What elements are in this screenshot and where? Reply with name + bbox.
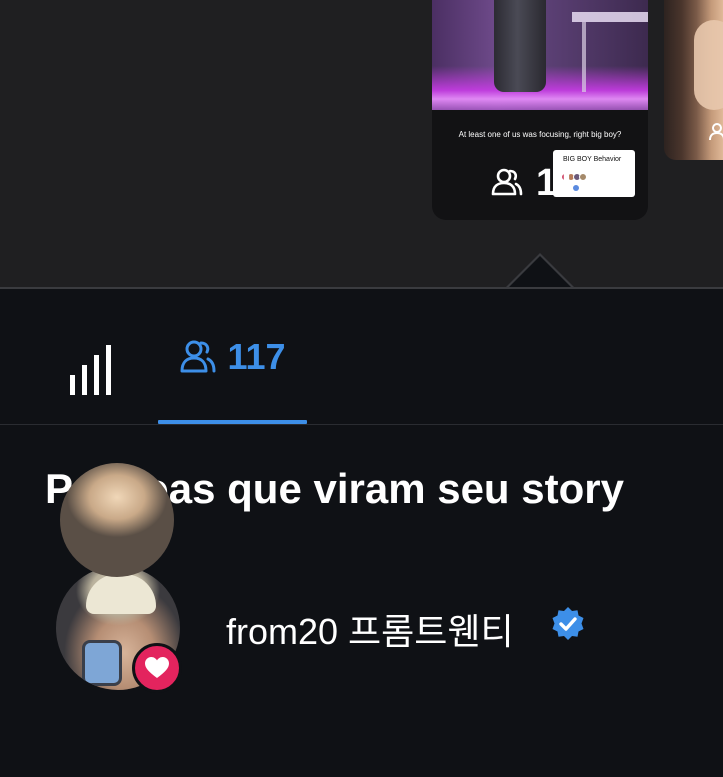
- bar-chart-icon: [70, 345, 111, 395]
- avatar[interactable]: [60, 463, 174, 577]
- story-viewers-screen: At least one of us was focusing, right b…: [0, 0, 723, 777]
- story-figure: [494, 0, 546, 92]
- next-story-image: [694, 20, 723, 110]
- tab-insights[interactable]: [52, 317, 132, 397]
- active-tab-indicator: [158, 420, 307, 424]
- avatar-hair: [86, 574, 156, 614]
- people-icon: [709, 123, 723, 141]
- tab-viewers[interactable]: 117: [158, 289, 307, 425]
- verified-badge-icon: [552, 607, 584, 640]
- story-carousel[interactable]: At least one of us was focusing, right b…: [0, 0, 723, 288]
- avatar-phone: [82, 640, 122, 686]
- story-viewers-icon: [491, 168, 523, 196]
- viewer-username[interactable]: from20 프롬트웬티: [226, 603, 514, 655]
- story-image: [432, 0, 648, 110]
- sheet-tabs: 117: [0, 289, 723, 425]
- story-stand: [582, 22, 586, 92]
- next-story-card[interactable]: [664, 0, 723, 160]
- current-story-card[interactable]: At least one of us was focusing, right b…: [432, 0, 648, 220]
- story-caption: At least one of us was focusing, right b…: [458, 130, 622, 139]
- heart-icon: [145, 657, 169, 678]
- viewers-count: 117: [227, 336, 286, 377]
- heart-reaction-badge: [132, 643, 182, 693]
- selection-pointer-inner: [508, 256, 572, 288]
- story-viewers-count: 117: [536, 162, 598, 204]
- people-icon: [180, 340, 216, 373]
- story-light: [572, 12, 648, 22]
- viewer-row[interactable]: from20 프롬트웬티: [0, 563, 723, 693]
